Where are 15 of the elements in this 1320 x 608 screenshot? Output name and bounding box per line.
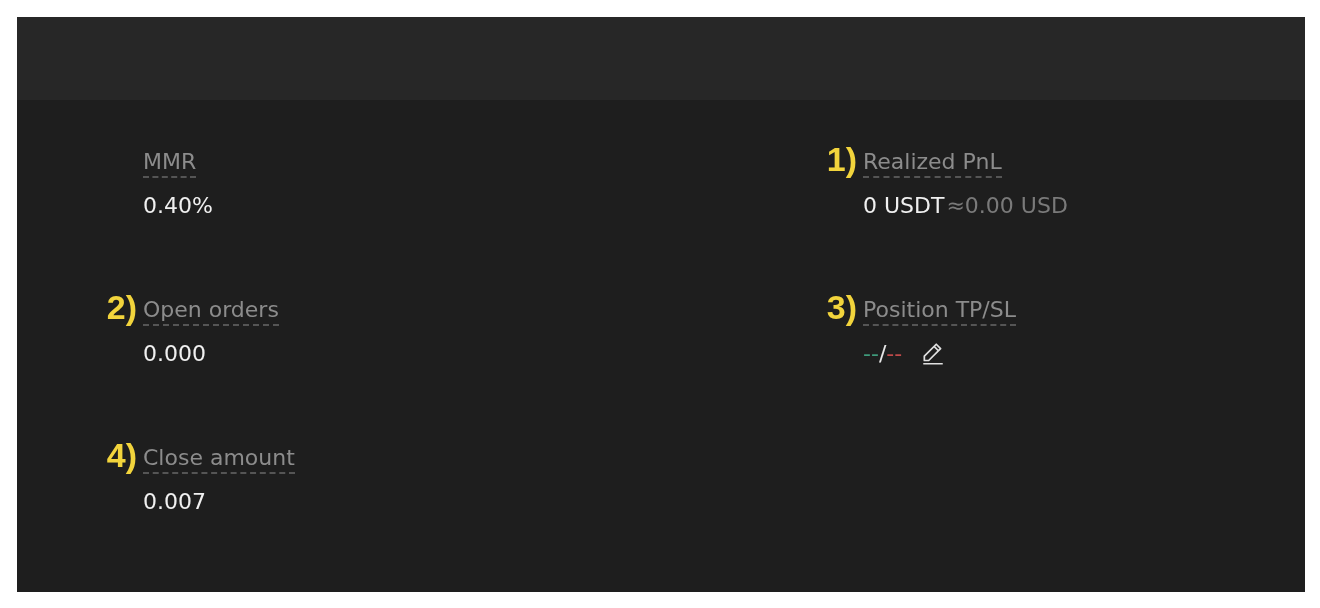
field-value: 0.000 (143, 340, 206, 368)
converted-value: ≈0.00 USD (946, 192, 1068, 220)
annotation-number: 4) (106, 438, 137, 472)
annotation-number: 2) (106, 290, 137, 324)
field-label: Open orders (143, 296, 279, 326)
field-label: Close amount (143, 444, 295, 474)
field-value: 0.007 (143, 488, 206, 516)
field-label: MMR (143, 148, 197, 178)
field-label: Position TP/SL (863, 296, 1016, 326)
field-value: 0 USDT (863, 192, 945, 220)
tp-sl-value: --/-- (863, 340, 903, 368)
field-label: Realized PnL (863, 148, 1002, 178)
annotation-number: 1) (826, 142, 857, 176)
annotation-number: 3) (826, 290, 857, 324)
field-value: 0.40% (143, 192, 213, 220)
